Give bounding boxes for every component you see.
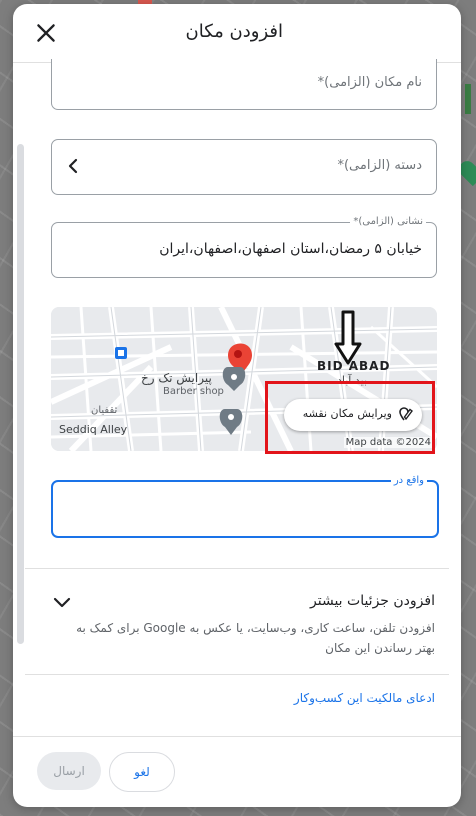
dialog-title: افزودن مکان	[185, 21, 283, 42]
footer-divider	[13, 736, 461, 737]
more-details-title: افزودن جزئیات بیشتر	[310, 593, 435, 609]
more-details-description: افزودن تلفن، ساعت کاری، وب‌سایت، یا عکس …	[76, 621, 435, 655]
place-name-field[interactable]: نام مکان (الزامی)*	[51, 59, 437, 110]
cancel-button[interactable]: لغو	[109, 752, 175, 792]
background-marker	[465, 84, 471, 114]
more-details-section[interactable]: افزودن جزئیات بیشتر افزودن تلفن، ساعت کا…	[51, 589, 435, 659]
address-field[interactable]: نشانی (الزامی)* خیابان ۵ رمضان،استان اصف…	[51, 216, 437, 278]
located-in-field[interactable]: واقع در	[51, 475, 439, 538]
send-button[interactable]: ارسال	[37, 752, 101, 790]
section-divider	[25, 674, 449, 675]
street-label-fa: ثقفیان	[91, 405, 118, 416]
add-place-dialog: افزودن مکان نام مکان (الزامی)* دسته (الز…	[13, 4, 461, 807]
poi-type: Barber shop	[163, 386, 224, 397]
located-in-label: واقع در	[390, 475, 427, 486]
close-button[interactable]	[33, 20, 59, 46]
edit-location-icon	[399, 407, 413, 421]
category-field[interactable]: دسته (الزامی)*	[51, 139, 437, 195]
address-value: خیابان ۵ رمضان،استان اصفهان،اصفهان،ایران	[159, 241, 422, 257]
claim-business-link[interactable]: ادعای مالکیت این کسب‌وکار	[294, 691, 435, 705]
street-label: Seddiq Alley	[59, 423, 128, 436]
dialog-header: افزودن مکان	[13, 4, 461, 63]
category-placeholder: دسته (الزامی)*	[337, 158, 422, 173]
annotation-arrow-icon	[334, 310, 362, 365]
edit-map-location-label: ویرایش مکان نقشه	[302, 407, 392, 420]
poi-name: پیرایش تک رخ	[141, 371, 212, 385]
scrollbar[interactable]	[17, 144, 24, 644]
edit-map-location-button[interactable]: ویرایش مکان نقشه	[284, 399, 422, 431]
address-label: نشانی (الزامی)*	[350, 216, 426, 227]
map-attribution: Map data ©2024	[343, 437, 433, 448]
map-area-label-fa: بید آباد	[337, 374, 368, 387]
place-name-placeholder: نام مکان (الزامی)*	[317, 75, 422, 90]
chevron-left-icon	[68, 158, 78, 174]
location-map[interactable]: BID ABAD بید آباد پیرایش تک رخ Barber sh…	[51, 307, 437, 451]
chevron-down-icon	[53, 597, 71, 608]
close-icon	[37, 24, 55, 42]
section-divider	[25, 568, 449, 569]
